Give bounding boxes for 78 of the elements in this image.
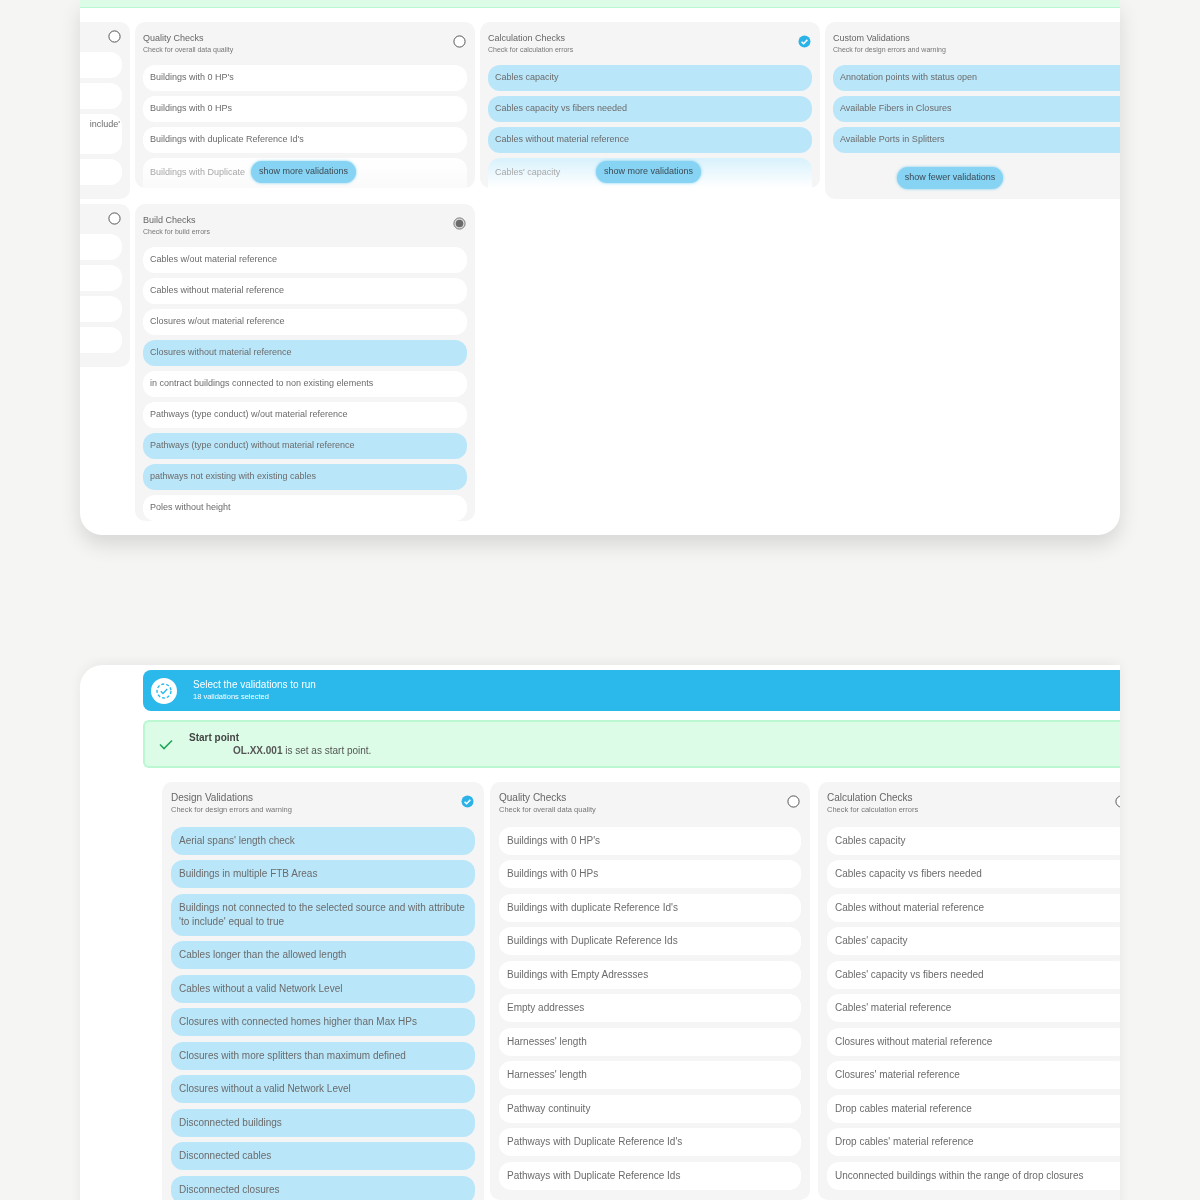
card-title: Calculation Checks — [827, 792, 914, 804]
validation-item[interactable]: Pathways with Duplicate Reference Id's — [499, 1128, 801, 1156]
validation-item[interactable]: Closures without material reference — [827, 1027, 1120, 1056]
validation-item[interactable]: Empty addresses — [499, 994, 801, 1022]
validation-item[interactable]: Closures with more splitters than maximum defined — [171, 1041, 475, 1070]
validation-item[interactable]: Pathway continuity — [499, 1094, 801, 1123]
validation-item[interactable]: Closures w/out material reference — [143, 309, 467, 335]
validation-item[interactable]: Pathways (type conduct) without material reference — [143, 433, 467, 459]
card-title: Quality Checks — [143, 32, 205, 44]
show-fewer-button[interactable]: show fewer validations — [896, 167, 1004, 189]
validation-item[interactable]: Pathways with Duplicate Reference Ids — [499, 1161, 801, 1190]
radio-button[interactable] — [108, 212, 121, 225]
card-title: Design Validations — [171, 792, 255, 804]
validation-item[interactable]: Harnesses' length — [499, 1061, 801, 1089]
validation-item[interactable]: Cables capacity vs fibers needed — [827, 860, 1120, 888]
check-icon — [159, 738, 173, 750]
show-more-button[interactable]: show more validations — [596, 161, 702, 183]
validation-item[interactable]: Cables without material reference — [488, 127, 812, 153]
card-title: Calculation Checks — [488, 32, 567, 44]
validation-item[interactable]: Buildings in multiple FTB Areas — [171, 860, 475, 888]
validation-item[interactable]: Cables capacity — [488, 65, 812, 91]
radio-button[interactable] — [461, 795, 474, 808]
validation-item[interactable]: Buildings with 0 HP's — [143, 65, 467, 91]
radio-button[interactable] — [787, 795, 800, 808]
validation-item[interactable]: Harnesses' length — [499, 1027, 801, 1056]
validation-item[interactable]: Buildings with 0 HP's — [499, 826, 801, 855]
validation-item[interactable]: Closures without material reference — [143, 340, 467, 366]
validation-item[interactable]: Buildings with 0 HPs — [143, 96, 467, 122]
validation-item[interactable]: Cables' capacity — [827, 927, 1120, 955]
validation-item[interactable]: Available Fibers in Closures — [833, 96, 1120, 122]
validation-item[interactable]: Cables w/out material reference — [143, 247, 467, 273]
validation-item[interactable]: Cables' material reference — [827, 994, 1120, 1022]
validation-item[interactable]: Pathways (type conduct) w/out material reference — [143, 402, 467, 428]
validation-item[interactable]: Cables without material reference — [143, 278, 467, 304]
validation-item[interactable]: Buildings not connected to the selected source and with attribute 'to include' equal to true — [171, 893, 475, 936]
radio-button[interactable] — [453, 217, 466, 230]
validation-item[interactable]: Cables longer than the allowed length — [171, 941, 475, 969]
validation-item[interactable]: Drop cables material reference — [827, 1094, 1120, 1123]
validation-item[interactable]: Unconnected buildings within the range of drop closures — [827, 1161, 1120, 1190]
validation-item[interactable]: Disconnected buildings — [171, 1108, 475, 1137]
item-label: Buildings with Duplicate — [150, 166, 246, 180]
validation-item[interactable]: Cables' capacity vs fibers needed — [827, 960, 1120, 989]
validation-item[interactable]: Available Ports in Splitters — [833, 127, 1120, 153]
radio-button[interactable] — [453, 35, 466, 48]
card-title: Custom Validations — [833, 32, 911, 44]
validation-item[interactable]: Annotation points with status open — [833, 65, 1120, 91]
validation-item[interactable]: Aerial spans' length check — [171, 826, 475, 855]
validation-item[interactable]: Cables without a valid Network Level — [171, 974, 475, 1003]
alert-message: OL.XX.001 is set as start point. — [232, 744, 372, 757]
radio-button[interactable] — [108, 30, 121, 43]
checklist-icon — [151, 677, 177, 704]
validation-item[interactable]: Buildings with 0 HPs — [499, 860, 801, 888]
validation-item[interactable]: Buildings with duplicate Reference Id's — [499, 893, 801, 922]
card-title: Build Checks — [143, 214, 197, 226]
faded-item[interactable]: Buildings with Duplicate show more validations — [143, 158, 467, 188]
faded-item[interactable]: Cables' capacity show more validations — [488, 158, 812, 188]
header-title: Select the validations to run — [193, 679, 316, 691]
alert-title: Start point — [189, 731, 240, 744]
validation-item[interactable]: Buildings with Empty Adressses — [499, 960, 801, 989]
validation-item[interactable]: in contract buildings connected to non existing elements — [143, 371, 467, 397]
validation-item[interactable]: Cables capacity — [827, 826, 1120, 855]
validation-item[interactable]: Disconnected cables — [171, 1142, 475, 1170]
validation-item[interactable]: Disconnected closures — [171, 1175, 475, 1200]
validation-item[interactable]: Closures' material reference — [827, 1061, 1120, 1089]
validation-item[interactable]: Buildings with Duplicate Reference Ids — [499, 927, 801, 955]
validation-item[interactable]: include' — [80, 114, 122, 154]
validation-item[interactable]: pathways not existing with existing cables — [143, 464, 467, 490]
validation-item[interactable]: Cables without material reference — [827, 893, 1120, 922]
validation-item[interactable]: Buildings with duplicate Reference Id's — [143, 127, 467, 153]
radio-button[interactable] — [798, 35, 811, 48]
validation-item[interactable]: Poles without height — [143, 495, 467, 521]
card-title: Quality Checks — [499, 792, 568, 804]
show-more-button[interactable]: show more validations — [251, 161, 357, 183]
validation-item[interactable]: Drop cables' material reference — [827, 1128, 1120, 1156]
validation-item[interactable]: Closures without a valid Network Level — [171, 1075, 475, 1103]
validation-item[interactable]: Cables capacity vs fibers needed — [488, 96, 812, 122]
validation-item[interactable]: Closures with connected homes higher than Max HPs — [171, 1008, 475, 1036]
item-label: Cables' capacity — [495, 166, 561, 180]
